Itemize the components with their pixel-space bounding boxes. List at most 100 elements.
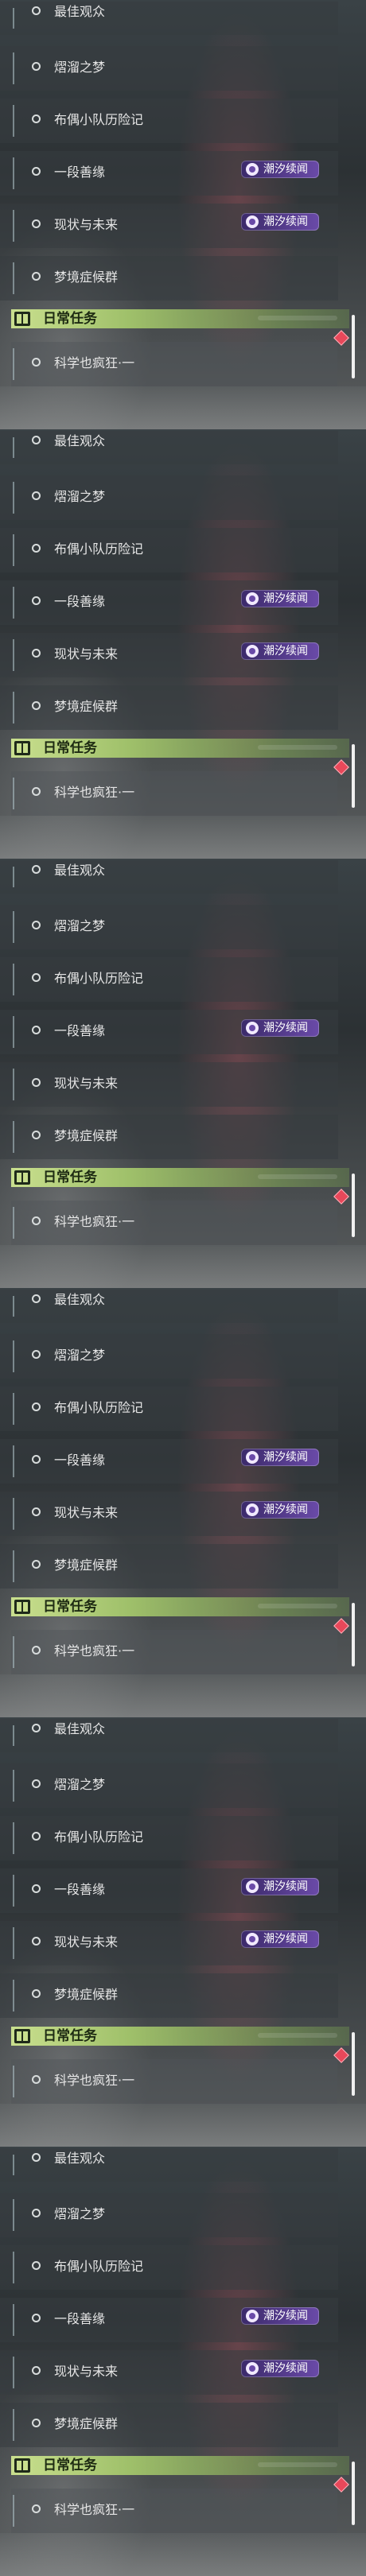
quest-row[interactable]: 梦境症候群 xyxy=(0,1115,338,1159)
radio-circle-icon xyxy=(32,2504,41,2513)
tide-tag-label: 潮汐续闻 xyxy=(263,1880,308,1893)
radio-circle-icon xyxy=(32,2209,41,2217)
quest-row[interactable]: 熠溜之梦 xyxy=(0,905,338,949)
quest-row[interactable]: 一段善缘 潮汐续闻 xyxy=(0,2298,338,2342)
quest-row[interactable]: 梦境症候群 xyxy=(0,1973,338,2018)
quest-label: 布偶小队历险记 xyxy=(54,1400,144,1415)
quest-row[interactable]: 一段善缘 潮汐续闻 xyxy=(0,151,338,196)
tide-tag-label: 潮汐续闻 xyxy=(263,592,308,605)
scrollbar-thumb[interactable] xyxy=(352,1174,355,1237)
radio-circle-icon xyxy=(32,596,41,605)
radio-circle-icon xyxy=(32,1216,41,1225)
quest-row[interactable]: 现状与未来 潮汐续闻 xyxy=(0,1921,338,1965)
quest-row[interactable]: 梦境症候群 xyxy=(0,1544,338,1589)
quest-row[interactable]: 熠溜之梦 xyxy=(0,46,338,91)
quest-row[interactable]: 最佳观众 xyxy=(0,431,338,464)
tide-tag: 潮汐续闻 xyxy=(241,642,319,660)
tide-tag-icon xyxy=(246,1933,259,1946)
radio-circle-icon xyxy=(32,2261,41,2270)
scrollbar-thumb[interactable] xyxy=(352,315,355,378)
quest-label: 熠溜之梦 xyxy=(54,60,106,75)
quest-row[interactable]: 熠溜之梦 xyxy=(0,1334,338,1379)
quest-label: 一段善缘 xyxy=(54,1882,106,1897)
quest-row[interactable]: 最佳观众 xyxy=(0,860,338,894)
quest-row[interactable]: 最佳观众 xyxy=(0,1719,338,1752)
radio-circle-icon xyxy=(32,1078,41,1087)
quest-row[interactable]: 一段善缘 潮汐续闻 xyxy=(0,1868,338,1913)
quest-label: 熠溜之梦 xyxy=(54,2206,106,2221)
quest-row[interactable]: 布偶小队历险记 xyxy=(0,1387,338,1431)
quest-row[interactable]: 现状与未来 潮汐续闻 xyxy=(0,633,338,677)
radio-circle-icon xyxy=(32,436,41,444)
quest-row[interactable]: 梦境症候群 xyxy=(0,2403,338,2447)
scrollbar-thumb[interactable] xyxy=(352,2462,355,2525)
daily-section-header[interactable]: 日常任务 xyxy=(11,309,349,328)
daily-quest-label: 科学也疯狂·一 xyxy=(54,2502,135,2517)
row-accent-bar xyxy=(13,1207,14,1239)
scrollbar-thumb[interactable] xyxy=(352,2032,355,2096)
tide-tag-icon xyxy=(246,1503,259,1516)
tide-tag: 潮汐续闻 xyxy=(241,1501,319,1519)
quest-label: 梦境症候群 xyxy=(54,1128,119,1143)
daily-quest-row[interactable]: 科学也疯狂·一 xyxy=(11,1630,337,1674)
tide-tag-label: 潮汐续闻 xyxy=(263,2310,308,2322)
daily-section-header[interactable]: 日常任务 xyxy=(11,1168,349,1187)
bottom-fade xyxy=(0,2533,366,2576)
row-accent-bar xyxy=(13,1725,14,1746)
daily-quest-row[interactable]: 科学也疯狂·一 xyxy=(11,342,337,386)
daily-quest-row[interactable]: 科学也疯狂·一 xyxy=(11,2059,337,2104)
quest-row[interactable]: 熠溜之梦 xyxy=(0,1763,338,1808)
radio-circle-icon xyxy=(32,865,41,874)
quest-row[interactable]: 一段善缘 潮汐续闻 xyxy=(0,1439,338,1484)
radio-circle-icon xyxy=(32,544,41,553)
quest-row[interactable]: 熠溜之梦 xyxy=(0,475,338,520)
daily-section-header[interactable]: 日常任务 xyxy=(11,739,349,758)
quest-label: 最佳观众 xyxy=(54,1292,106,1307)
quest-row[interactable]: 布偶小队历险记 xyxy=(0,957,338,1002)
quest-row[interactable]: 现状与未来 潮汐续闻 xyxy=(0,2350,338,2395)
daily-quest-row[interactable]: 科学也疯狂·一 xyxy=(11,1201,337,1245)
daily-section-header[interactable]: 日常任务 xyxy=(11,2027,349,2046)
daily-quest-label: 科学也疯狂·一 xyxy=(54,355,135,370)
quest-row[interactable]: 一段善缘 潮汐续闻 xyxy=(0,1010,338,1054)
quest-label: 布偶小队历险记 xyxy=(54,541,144,557)
scrollbar-thumb[interactable] xyxy=(352,744,355,808)
tide-tag: 潮汐续闻 xyxy=(241,590,319,607)
quest-row[interactable]: 布偶小队历险记 xyxy=(0,2245,338,2290)
quest-row[interactable]: 最佳观众 xyxy=(0,1290,338,1323)
quest-row[interactable]: 最佳观众 xyxy=(0,2148,338,2182)
header-decoration xyxy=(258,2033,337,2038)
quest-row[interactable]: 梦境症候群 xyxy=(0,685,338,730)
quest-row[interactable]: 熠溜之梦 xyxy=(0,2193,338,2237)
bottom-fade xyxy=(0,1674,366,1717)
header-decoration xyxy=(258,1604,337,1608)
radio-circle-icon xyxy=(32,2366,41,2375)
quest-panel: 最佳观众 熠溜之梦 布偶小队历险记 一段善缘 潮汐续闻 现状与未来 潮汐续闻 梦境症候群 日常任… xyxy=(0,2147,366,2576)
quest-row[interactable]: 一段善缘 潮汐续闻 xyxy=(0,580,338,625)
quest-row[interactable]: 现状与未来 潮汐续闻 xyxy=(0,1492,338,1536)
tide-tag-label: 潮汐续闻 xyxy=(263,1022,308,1034)
radio-circle-icon xyxy=(32,114,41,123)
daily-section-header[interactable]: 日常任务 xyxy=(11,2456,349,2475)
radio-circle-icon xyxy=(32,1402,41,1411)
radio-circle-icon xyxy=(32,1294,41,1303)
daily-quest-row[interactable]: 科学也疯狂·一 xyxy=(11,2489,337,2533)
quest-row[interactable]: 布偶小队历险记 xyxy=(0,528,338,572)
tide-tag: 潮汐续闻 xyxy=(241,1449,319,1466)
daily-quest-row[interactable]: 科学也疯狂·一 xyxy=(11,771,337,816)
scrollbar-thumb[interactable] xyxy=(352,1603,355,1666)
radio-circle-icon xyxy=(32,2153,41,2162)
daily-section-header[interactable]: 日常任务 xyxy=(11,1597,349,1616)
quest-row[interactable]: 梦境症候群 xyxy=(0,256,338,301)
quest-row[interactable]: 现状与未来 潮汐续闻 xyxy=(0,204,338,248)
radio-circle-icon xyxy=(32,787,41,796)
quest-row[interactable]: 布偶小队历险记 xyxy=(0,1816,338,1860)
quest-row[interactable]: 布偶小队历险记 xyxy=(0,99,338,143)
quest-label: 现状与未来 xyxy=(54,2364,119,2379)
quest-row[interactable]: 最佳观众 xyxy=(0,2,338,35)
quest-label: 布偶小队历险记 xyxy=(54,2259,144,2274)
quest-row[interactable]: 现状与未来 xyxy=(0,1062,338,1107)
section-title: 日常任务 xyxy=(43,1170,97,1185)
tide-tag-icon xyxy=(246,163,259,176)
row-accent-bar xyxy=(13,867,14,887)
